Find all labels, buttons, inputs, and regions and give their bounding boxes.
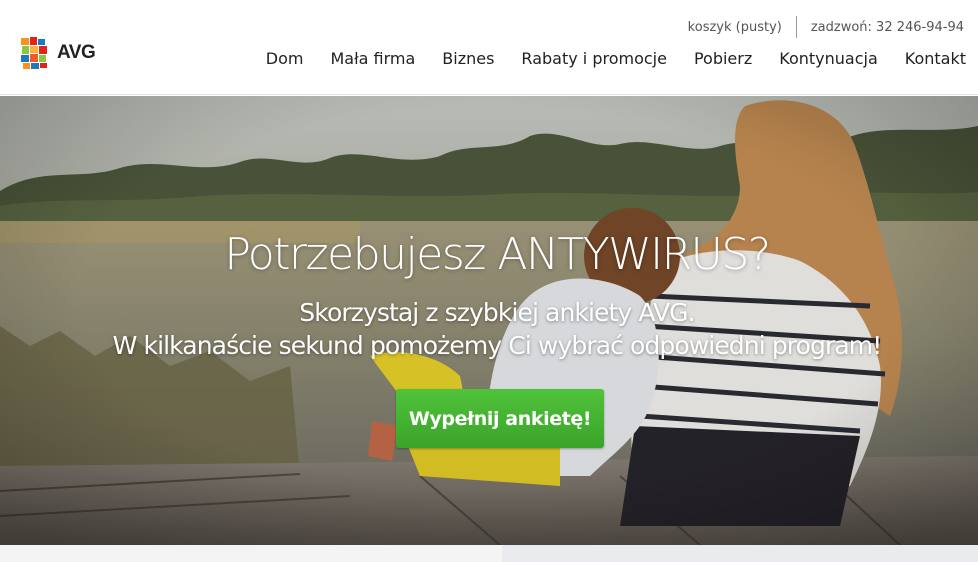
nav-item-kontynuacja[interactable]: Kontynuacja [779,49,878,68]
avg-logo-icon [21,37,47,69]
site-header: AVG koszyk (pusty) zadzwoń: 32 246-94-94… [0,0,978,95]
hero-headline: Potrzebujesz ANTYWIRUS? [224,229,771,280]
hero-subline-1: Skorzystaj z szybkiej ankiety AVG. [299,298,695,327]
nav-item-kontakt[interactable]: Kontakt [905,49,966,68]
content-strip-right [502,545,978,562]
utility-divider [795,16,797,38]
main-nav: Dom Mała firma Biznes Rabaty i promocje … [239,49,966,68]
nav-item-dom[interactable]: Dom [266,49,304,68]
logo-text: AVG [57,42,96,63]
nav-item-rabaty[interactable]: Rabaty i promocje [521,49,667,68]
hero-banner: Potrzebujesz ANTYWIRUS? Skorzystaj z szy… [0,96,978,545]
nav-item-biznes[interactable]: Biznes [442,49,494,68]
fill-survey-button[interactable]: Wypełnij ankietę! [396,389,604,448]
phone-link[interactable]: zadzwoń: 32 246-94-94 [811,20,964,35]
avg-logo[interactable]: AVG [20,36,96,70]
cart-link[interactable]: koszyk (pusty) [688,20,782,35]
content-strip [0,545,978,562]
utility-bar: koszyk (pusty) zadzwoń: 32 246-94-94 [688,16,964,38]
hero-content: Potrzebujesz ANTYWIRUS? Skorzystaj z szy… [0,96,978,545]
hero-subline-2: W kilkanaście sekund pomożemy Ci wybrać … [112,331,883,360]
nav-item-mala-firma[interactable]: Mała firma [330,49,415,68]
nav-item-pobierz[interactable]: Pobierz [694,49,752,68]
